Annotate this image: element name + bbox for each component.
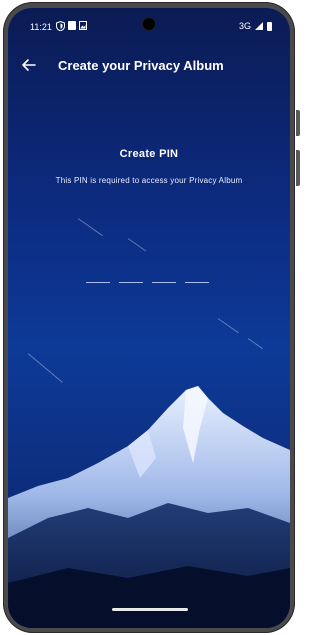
pin-digit-4[interactable] [185,282,209,283]
pin-digit-1[interactable] [86,282,110,283]
phone-device: 11:21 3G Create your Privacy Album Creat… [0,0,300,635]
arrow-left-icon[interactable] [20,56,38,74]
light-streak [217,318,239,334]
photo-icon [79,21,87,30]
signal-icon [255,22,263,30]
light-streak [77,218,103,237]
pin-heading: Create PIN [119,148,179,160]
app-bar: Create your Privacy Album [8,46,290,86]
status-bar: 11:21 3G [8,8,290,38]
pin-input[interactable] [86,282,209,283]
sim-icon [68,21,76,30]
light-streak [127,238,147,252]
network-type: 3G [238,21,251,31]
pin-digit-2[interactable] [119,282,143,283]
home-indicator[interactable] [112,608,188,611]
app-screen: 11:21 3G Create your Privacy Album Creat… [8,8,290,628]
pin-digit-3[interactable] [152,282,176,283]
mountain-illustration [8,386,290,628]
volume-button [296,150,300,186]
page-title: Create your Privacy Album [58,58,224,73]
light-streak [247,338,264,350]
shield-icon [56,21,65,31]
pin-description: This PIN is required to access your Priv… [55,176,243,185]
front-camera [143,18,155,30]
status-icons-right: 3G [239,21,272,31]
status-icons-left [56,21,87,31]
status-time: 11:21 [30,22,52,32]
battery-icon [267,21,272,31]
power-button [296,110,300,136]
